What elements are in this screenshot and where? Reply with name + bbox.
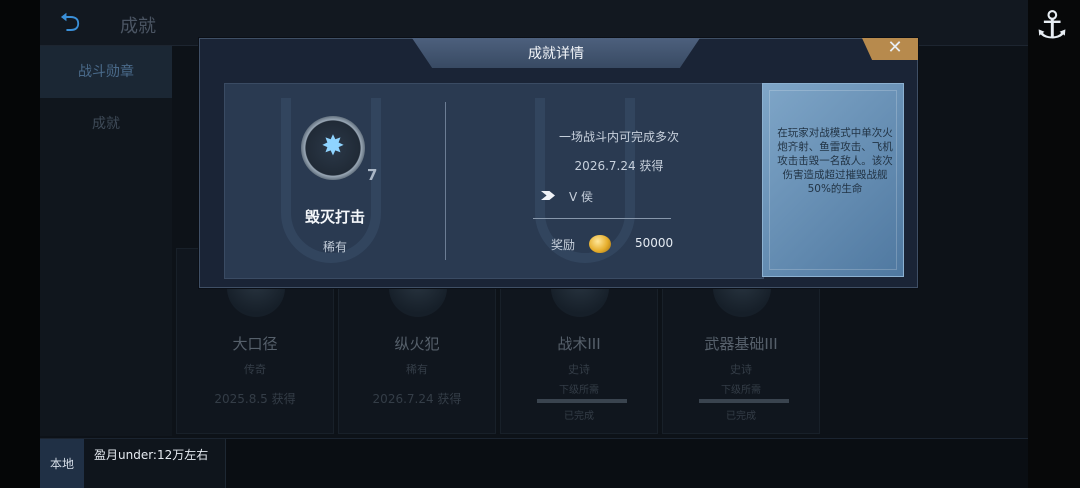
achievement-info-panel: ✸ 7 毁灭打击 稀有 一场战斗内可完成多次 2026.7.24 获得 V 侯 … [224,83,764,279]
achievement-rarity: 稀有 [322,240,347,254]
modal-title: 成就详情 [528,46,584,62]
card-name: 大口径 [232,335,278,353]
card-next-level: 下级所需 [559,385,599,396]
chat-message[interactable]: 盈月under:12万左右 [84,439,226,488]
card-rarity: 传奇 [244,363,266,376]
card-rarity: 史诗 [568,363,590,376]
chat-bar: 本地 盈月under:12万左右 [40,438,1028,488]
sidebar: 战斗勋章 成就 [40,46,172,436]
back-icon[interactable]: ⮌ [50,8,90,38]
card-next-level: 下级所需 [721,385,761,396]
card-rarity: 史诗 [730,363,752,376]
page-title: 成就 [120,16,156,37]
card-progress-bar [537,399,627,403]
card-date: 2026.7.24 获得 [372,392,462,406]
achievement-condition: 一场战斗内可完成多次 [558,130,679,144]
card-name: 纵火犯 [394,335,440,353]
panel-decoration [535,98,635,263]
achievement-detail-modal: 成就详情 ✕ ✸ 7 毁灭打击 稀有 一场战斗内可完成多次 2026.7.24 … [199,37,918,288]
card-status: 已完成 [726,411,756,422]
card-rarity: 稀有 [406,363,428,376]
card-date: 2025.8.5 获得 [214,392,296,406]
close-icon[interactable]: ✕ [885,37,905,59]
card-progress-bar [699,399,789,403]
sidebar-item-battle-medals[interactable]: 战斗勋章 [40,46,172,98]
description-panel: 在玩家对战模式中单次火炮齐射、鱼雷攻击、飞机攻击击毁一名敌人。该次伤害造成超过摧… [762,83,904,277]
card-name: 武器基础III [704,335,778,353]
card-status: 已完成 [564,411,594,422]
medal-count: 7 [367,166,378,184]
reward-divider [533,218,671,219]
card-name: 战术III [557,335,601,353]
right-frame [1028,0,1080,488]
sidebar-item-achievements[interactable]: 成就 [40,98,172,150]
achievement-description: 在玩家对战模式中单次火炮齐射、鱼雷攻击、飞机攻击击毁一名敌人。该次伤害造成超过摧… [777,127,893,195]
panel-divider [445,102,446,260]
achievement-date: 2026.7.24 获得 [574,159,664,173]
reward-label: 奖励 [551,238,576,252]
achievement-name: 毁灭打击 [304,208,365,226]
reward-value: 50000 [635,236,674,250]
rank-text: V 侯 [569,190,594,204]
coin-icon [589,235,611,253]
chat-channel-tab[interactable]: 本地 [40,439,84,488]
anchor-logo-icon: ⚓ [1034,3,1070,47]
burst-icon: ✸ [321,129,345,162]
left-frame [0,0,40,488]
